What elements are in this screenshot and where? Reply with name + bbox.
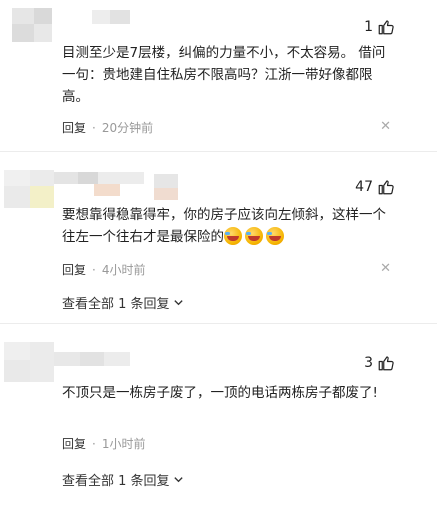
view-replies-label: 查看全部 1 条回复 <box>62 297 170 312</box>
chevron-down-icon <box>173 477 183 483</box>
comment-meta: 回复 · 4小时前 <box>62 261 145 278</box>
comment-item: 3 不顶只是一栋房子废了，一顶的电话两栋房子都废了! 回复 · 1小时前 查看全… <box>0 324 437 508</box>
like-button[interactable]: 47 <box>355 178 395 196</box>
like-button[interactable]: 3 <box>364 354 395 372</box>
reply-button[interactable]: 回复 <box>62 119 86 136</box>
separator-dot: · <box>92 436 96 451</box>
like-count: 3 <box>364 355 373 371</box>
chevron-down-icon <box>173 300 183 306</box>
comment-text: 要想靠得稳靠得牢，你的房子应该向左倾斜，这样一个往左一个往右才是最保险的 <box>62 204 392 248</box>
comment-item: 47 要想靠得稳靠得牢，你的房子应该向左倾斜，这样一个往左一个往右才是最保险的 … <box>0 152 437 322</box>
like-count: 47 <box>355 179 373 195</box>
close-icon[interactable]: ✕ <box>380 261 391 276</box>
timestamp: 4小时前 <box>101 263 146 277</box>
reply-button[interactable]: 回复 <box>62 261 86 278</box>
thumbs-up-icon <box>378 20 394 35</box>
view-all-replies-link[interactable]: 查看全部 1 条回复 <box>62 470 184 489</box>
separator-dot: · <box>92 120 96 135</box>
laughing-tears-emoji-icon <box>266 227 284 245</box>
reply-button[interactable]: 回复 <box>62 435 86 452</box>
view-all-replies-link[interactable]: 查看全部 1 条回复 <box>62 293 184 312</box>
comment-text: 不顶只是一栋房子废了，一顶的电话两栋房子都废了! <box>62 385 378 401</box>
like-count: 1 <box>364 19 373 35</box>
laughing-tears-emoji-icon <box>245 227 263 245</box>
timestamp: 20分钟前 <box>101 121 154 135</box>
comment-meta: 回复 · 1小时前 <box>62 435 145 452</box>
separator-dot: · <box>92 262 96 277</box>
comment-text: 目测至少是7层楼，纠偏的力量不小，不太容易。 借问一句：贵地建自住私房不限高吗？… <box>62 45 386 105</box>
comment-item: 1 目测至少是7层楼，纠偏的力量不小，不太容易。 借问一句：贵地建自住私房不限高… <box>0 0 437 150</box>
close-icon[interactable]: ✕ <box>380 119 391 134</box>
thumbs-up-icon <box>378 180 394 195</box>
laughing-tears-emoji-icon <box>224 227 242 245</box>
comment-meta: 回复 · 20分钟前 <box>62 119 153 136</box>
view-replies-label: 查看全部 1 条回复 <box>62 474 170 489</box>
like-button[interactable]: 1 <box>364 18 395 36</box>
thumbs-up-icon <box>378 356 394 371</box>
timestamp: 1小时前 <box>101 437 146 451</box>
